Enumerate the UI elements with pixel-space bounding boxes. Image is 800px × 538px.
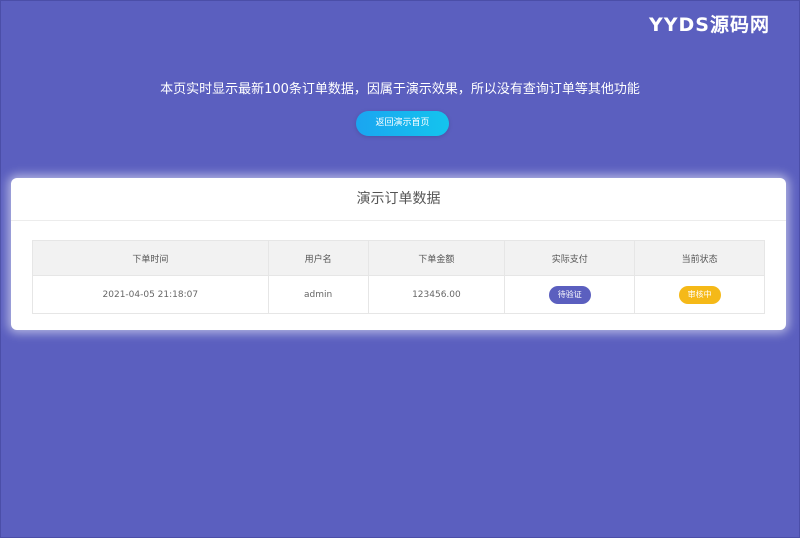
column-header-actual-payment: 实际支付 <box>504 240 636 276</box>
back-to-demo-home-button[interactable]: 返回演示首页 <box>356 111 449 136</box>
column-header-current-status: 当前状态 <box>634 240 765 276</box>
orders-table: 下单时间 用户名 下单金额 实际支付 当前状态 2021-04-05 21:18… <box>32 240 765 314</box>
cell-order-time: 2021-04-05 21:18:07 <box>32 275 269 314</box>
table-header-row: 下单时间 用户名 下单金额 实际支付 当前状态 <box>32 240 765 276</box>
cell-status: 审核中 <box>634 275 765 314</box>
column-header-username: 用户名 <box>267 240 369 276</box>
column-header-order-time: 下单时间 <box>32 240 269 276</box>
status-badge: 审核中 <box>678 285 721 304</box>
card-title: 演示订单数据 <box>11 178 786 221</box>
cell-username: admin <box>267 275 369 314</box>
table-row: 2021-04-05 21:18:07 admin 123456.00 待验证 … <box>32 275 765 314</box>
watermark-logo: YYDS源码网 <box>649 14 770 36</box>
column-header-order-amount: 下单金额 <box>367 240 506 276</box>
orders-card: 演示订单数据 下单时间 用户名 下单金额 实际支付 当前状态 2021-04-0… <box>11 178 786 330</box>
payment-badge: 待验证 <box>548 285 591 304</box>
cell-amount: 123456.00 <box>367 275 506 314</box>
cell-payment: 待验证 <box>504 275 636 314</box>
notice-text: 本页实时显示最新100条订单数据，因属于演示效果，所以没有查询订单等其他功能 <box>160 82 640 97</box>
